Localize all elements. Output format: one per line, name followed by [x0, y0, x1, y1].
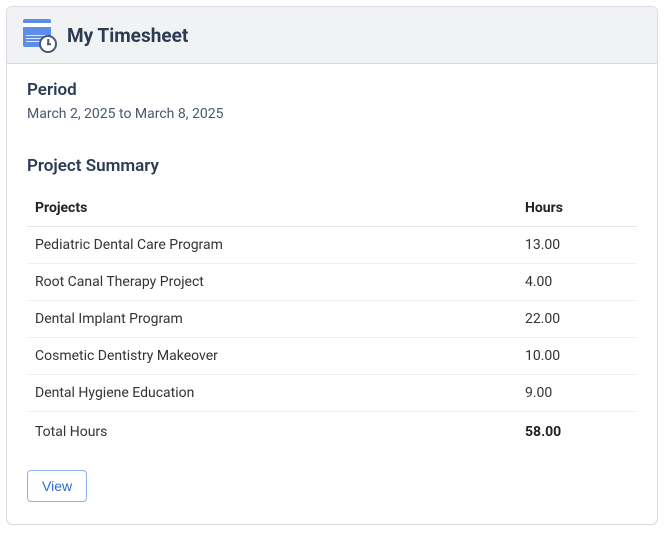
timesheet-card: My Timesheet Period March 2, 2025 to Mar…	[6, 6, 658, 525]
table-row: Dental Hygiene Education 9.00	[27, 375, 637, 412]
project-hours: 13.00	[517, 227, 637, 264]
card-header: My Timesheet	[7, 7, 657, 64]
project-hours: 22.00	[517, 301, 637, 338]
total-label: Total Hours	[27, 412, 517, 453]
project-name: Pediatric Dental Care Program	[27, 227, 517, 264]
card-body: Period March 2, 2025 to March 8, 2025 Pr…	[7, 64, 657, 524]
column-header-hours: Hours	[517, 190, 637, 227]
total-hours: 58.00	[517, 412, 637, 453]
table-row: Cosmetic Dentistry Makeover 10.00	[27, 338, 637, 375]
total-row: Total Hours 58.00	[27, 412, 637, 453]
summary-table: Projects Hours Pediatric Dental Care Pro…	[27, 190, 637, 452]
view-button[interactable]: View	[27, 470, 87, 502]
period-label: Period	[27, 80, 637, 100]
project-name: Dental Hygiene Education	[27, 375, 517, 412]
summary-title: Project Summary	[27, 156, 637, 176]
column-header-projects: Projects	[27, 190, 517, 227]
period-value: March 2, 2025 to March 8, 2025	[27, 106, 637, 122]
project-name: Dental Implant Program	[27, 301, 517, 338]
timesheet-icon	[23, 19, 55, 51]
table-row: Root Canal Therapy Project 4.00	[27, 264, 637, 301]
project-name: Cosmetic Dentistry Makeover	[27, 338, 517, 375]
project-hours: 10.00	[517, 338, 637, 375]
project-hours: 4.00	[517, 264, 637, 301]
table-row: Dental Implant Program 22.00	[27, 301, 637, 338]
project-name: Root Canal Therapy Project	[27, 264, 517, 301]
table-row: Pediatric Dental Care Program 13.00	[27, 227, 637, 264]
card-title: My Timesheet	[67, 24, 188, 47]
project-hours: 9.00	[517, 375, 637, 412]
